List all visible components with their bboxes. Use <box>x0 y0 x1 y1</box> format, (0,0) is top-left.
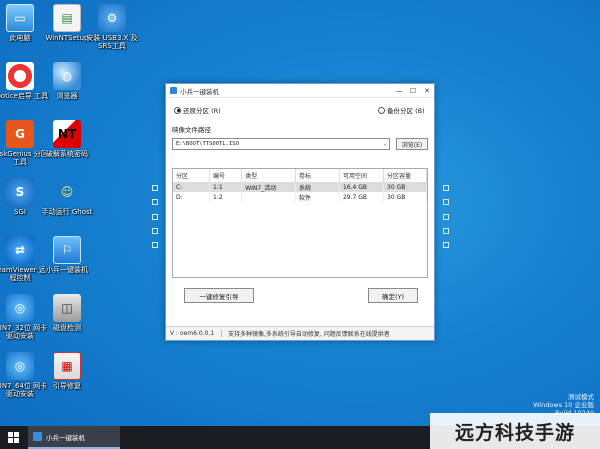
winntsetup-icon: ▤ <box>53 4 81 32</box>
column-header[interactable]: 编号 <box>209 169 243 183</box>
sgi-icon: S <box>6 178 34 206</box>
maximize-button[interactable]: ☐ <box>406 84 420 98</box>
restore-partition-label: 还原分区 (R) <box>183 107 221 115</box>
desktop-icon-label: 浏览器 <box>56 92 78 100</box>
desktop-icon-disk-check[interactable]: ◫ 磁盘检测 <box>38 294 96 332</box>
table-cell: 16.4 GB <box>339 182 385 192</box>
resize-handle[interactable] <box>152 242 158 248</box>
desktop-icon-usb-tool[interactable]: ⚙ 安装 USB3.X 及SRS工具 <box>83 4 141 50</box>
table-cell: 1:1 <box>209 182 243 192</box>
teamviewer-icon: ⇄ <box>6 236 34 264</box>
backup-partition-radio[interactable]: 备份分区 (B) <box>378 105 425 115</box>
table-cell: 1:2 <box>209 192 243 202</box>
xiaobing-icon: ⚐ <box>53 236 81 264</box>
table-cell <box>241 192 296 202</box>
image-path-label: 映像文件路径 <box>172 126 211 134</box>
desktop-icon-nt-password[interactable]: NT 破解系统密码 <box>38 120 96 158</box>
browser-icon: ◍ <box>53 62 81 90</box>
ok-button[interactable]: 确定(Y) <box>368 288 418 303</box>
close-button[interactable]: ✕ <box>420 84 434 98</box>
desktop-icon-boot-repair[interactable]: ▦ 引导修复 <box>38 352 96 390</box>
xiaobing-installer-window: 小兵一键装机 — ☐ ✕ 还原分区 (R) 备份分区 (B) 映像文件路径 E:… <box>165 83 435 341</box>
usb-tool-icon: ⚙ <box>98 4 126 32</box>
win7-64-driver-icon: ◎ <box>6 352 34 380</box>
resize-handle[interactable] <box>443 185 449 191</box>
window-title: 小兵一键装机 <box>180 87 219 96</box>
win7-32-driver-icon: ◎ <box>6 294 34 322</box>
resize-handle[interactable] <box>443 242 449 248</box>
desktop-icon-browser[interactable]: ◍ 浏览器 <box>38 62 96 100</box>
table-cell: 系统 <box>295 182 340 192</box>
minimize-button[interactable]: — <box>392 84 406 98</box>
taskbar-item-label: 小兵一键装机 <box>46 433 85 442</box>
resize-handle[interactable] <box>152 185 158 191</box>
column-header[interactable]: 卷标 <box>295 169 340 183</box>
restore-partition-radio[interactable]: 还原分区 (R) <box>174 105 221 115</box>
bootice-icon: ✚ <box>6 62 34 90</box>
column-header[interactable]: 类型 <box>241 169 296 183</box>
repair-boot-button[interactable]: 一键修复引导 <box>184 288 254 303</box>
table-cell: 30 GB <box>383 182 427 192</box>
column-header[interactable]: 可用空间 <box>339 169 385 183</box>
table-cell: 29.7 GB <box>339 192 385 202</box>
table-cell: 30 GB <box>383 192 427 202</box>
desktop-icon-ghost[interactable]: ☺ 手动运行 Ghost <box>38 178 96 216</box>
resize-handle[interactable] <box>152 214 158 220</box>
test-mode-line: Windows 10 企业版 <box>533 401 594 409</box>
nt-password-icon: NT <box>53 120 81 148</box>
computer-icon: ▭ <box>6 4 34 32</box>
windows-logo-icon <box>7 432 19 443</box>
site-watermark: 远方科技手游 <box>430 413 600 449</box>
status-message: 支持多种镜像,多系统引导自动修复, 问题反馈联系在线提供者 <box>228 331 390 338</box>
app-icon <box>170 87 177 94</box>
desktop-icon-label: 引导修复 <box>53 382 81 390</box>
test-mode-line: 测试模式 <box>568 393 594 401</box>
table-cell: 软件 <box>295 192 340 202</box>
chevron-down-icon[interactable]: ⌄ <box>383 140 387 147</box>
start-button[interactable] <box>0 426 26 449</box>
desktop-icon-label: 安装 USB3.X 及SRS工具 <box>86 34 138 50</box>
radio-dot-checked <box>174 106 181 114</box>
table-cell: D: <box>173 192 211 202</box>
app-icon <box>33 432 42 441</box>
backup-partition-label: 备份分区 (B) <box>387 107 425 115</box>
taskbar-item-xiaobing[interactable]: 小兵一键装机 <box>28 426 120 449</box>
table-row[interactable]: D: 1:2 软件 29.7 GB 30 GB <box>173 192 427 202</box>
boot-repair-icon: ▦ <box>53 352 81 380</box>
desktop-icon-label: 破解系统密码 <box>46 150 88 158</box>
table-cell: WIN7_活动 <box>241 182 296 192</box>
diskgenius-icon: G <box>6 120 34 148</box>
disk-check-icon: ◫ <box>53 294 81 322</box>
ghost-icon: ☺ <box>60 185 74 199</box>
desktop-icon-label: 磁盘检测 <box>53 324 81 332</box>
table-cell: C: <box>173 182 211 192</box>
status-bar: V : oem6.0.0.1 支持多种镜像,多系统引导自动修复, 问题反馈联系在… <box>166 326 434 340</box>
desktop-icon-label: 小兵一键装机 <box>46 266 88 274</box>
resize-handle[interactable] <box>443 228 449 234</box>
column-header[interactable]: 分区容量 <box>383 169 427 183</box>
window-titlebar[interactable]: 小兵一键装机 — ☐ ✕ <box>166 84 434 98</box>
browse-button[interactable]: 浏览(E) <box>396 138 428 150</box>
table-header-row: 分区 编号 类型 卷标 可用空间 分区容量 <box>173 169 427 183</box>
column-header[interactable]: 分区 <box>173 169 211 183</box>
resize-handle[interactable] <box>152 199 158 205</box>
desktop-icon-xiaobing[interactable]: ⚐ 小兵一键装机 <box>38 236 96 274</box>
partition-table[interactable]: 分区 编号 类型 卷标 可用空间 分区容量 C: 1:1 WIN7_活动 系统 <box>172 168 428 278</box>
resize-handle[interactable] <box>152 228 158 234</box>
resize-handle[interactable] <box>443 214 449 220</box>
desktop-icon-label: 手动运行 Ghost <box>41 208 93 216</box>
radio-dot-unchecked <box>378 106 385 114</box>
version-text: V : oem6.0.0.1 <box>166 330 222 337</box>
table-row[interactable]: C: 1:1 WIN7_活动 系统 16.4 GB 30 GB <box>173 182 427 192</box>
image-path-select[interactable]: E:\BOOT\TTS00TL.ISO ⌄ <box>172 138 390 150</box>
resize-handle[interactable] <box>443 199 449 205</box>
image-path-value: E:\BOOT\TTS00TL.ISO <box>176 141 239 147</box>
